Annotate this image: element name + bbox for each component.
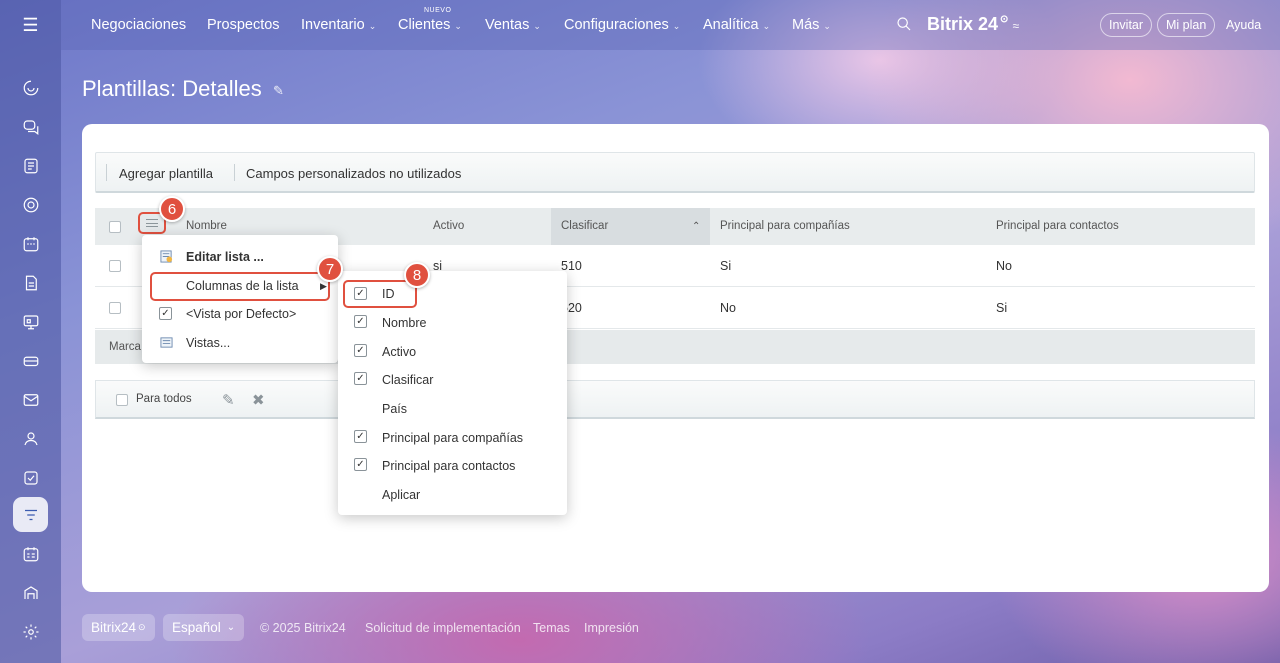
- menu-item-views[interactable]: Vistas...: [142, 329, 338, 357]
- store-icon[interactable]: [13, 575, 48, 610]
- cell-principal-companias: No: [720, 301, 736, 315]
- feed-icon[interactable]: [13, 148, 48, 183]
- help-button[interactable]: Ayuda: [1218, 13, 1269, 37]
- toolbar: Agregar plantilla Campos personalizados …: [95, 152, 1255, 193]
- checkbox-checked-icon[interactable]: ✓: [354, 430, 367, 443]
- footer-implementation-link[interactable]: Solicitud de implementación: [365, 621, 521, 635]
- column-option-principal-contactos[interactable]: ✓ Principal para contactos: [338, 452, 567, 480]
- chevron-down-icon: ⌄: [533, 21, 541, 31]
- chevron-down-icon: ⌄: [454, 21, 462, 31]
- column-activo[interactable]: Activo: [433, 220, 464, 232]
- brand-logo[interactable]: Bitrix 24 ⊙ ≈: [927, 14, 1019, 35]
- column-nombre[interactable]: Nombre: [186, 220, 227, 232]
- nav-analitica[interactable]: Analítica ⌄: [703, 17, 770, 33]
- copilot-icon[interactable]: [13, 70, 48, 105]
- search-icon[interactable]: [896, 16, 912, 37]
- cell-principal-contactos: Si: [996, 301, 1008, 315]
- crm-funnel-icon[interactable]: [13, 497, 48, 532]
- board-icon[interactable]: [13, 304, 48, 339]
- checkbox-checked-icon[interactable]: ✓: [354, 344, 367, 357]
- column-option-clasificar[interactable]: ✓ Clasificar: [338, 366, 567, 394]
- nav-ventas[interactable]: Ventas ⌄: [485, 17, 541, 33]
- column-option-principal-companias[interactable]: ✓ Principal para compañías: [338, 424, 567, 452]
- column-principal-contactos[interactable]: Principal para contactos: [996, 220, 1119, 232]
- checkbox-checked-icon[interactable]: ✓: [354, 315, 367, 328]
- toolbar-divider: [106, 164, 107, 181]
- chevron-down-icon: ⌄: [762, 21, 771, 31]
- apply-button[interactable]: Aplicar: [338, 481, 567, 509]
- action-bar: Para todos ✎ ✖: [95, 380, 1255, 419]
- left-sidebar: ☰: [0, 0, 61, 663]
- contacts-icon[interactable]: [13, 421, 48, 456]
- chevron-down-icon: ⌄: [368, 21, 377, 31]
- for-all-label: Para todos: [136, 393, 192, 405]
- edit-pencil-icon[interactable]: ✎: [222, 391, 235, 409]
- chevron-down-icon: ⌄: [672, 21, 681, 31]
- clock-icon: ⊙: [1000, 14, 1009, 25]
- pin-icon[interactable]: ✎: [273, 83, 284, 99]
- schedule-icon[interactable]: [13, 536, 48, 571]
- grid-footer-label: Marca: [109, 341, 141, 353]
- settings-icon[interactable]: [13, 614, 48, 649]
- edit-list-icon: [160, 250, 173, 263]
- menu-icon[interactable]: ☰: [0, 0, 61, 50]
- step-7-highlight: [150, 272, 330, 301]
- menu-item-edit-list[interactable]: Editar lista ...: [142, 243, 338, 271]
- nav-prospectos[interactable]: Prospectos: [207, 17, 280, 33]
- nav-inventario[interactable]: Inventario ⌄: [301, 17, 376, 33]
- chevron-down-icon: ⌄: [823, 21, 831, 31]
- select-all-checkbox[interactable]: [109, 221, 121, 233]
- cell-principal-companias: Si: [720, 259, 732, 273]
- footer-brand-button[interactable]: Bitrix24 ⊙: [82, 614, 155, 641]
- nav-negociaciones[interactable]: Negociaciones: [91, 17, 186, 33]
- checkbox-checked-icon[interactable]: ✓: [354, 458, 367, 471]
- checkmark-icon: ✓: [159, 307, 172, 320]
- step-8-highlight: [343, 280, 417, 308]
- column-option-activo[interactable]: ✓ Activo: [338, 338, 567, 366]
- toolbar-divider: [234, 164, 235, 181]
- row-checkbox[interactable]: [109, 260, 121, 272]
- new-badge: NUEVO: [424, 7, 452, 14]
- views-icon: [160, 337, 173, 348]
- document-icon[interactable]: [13, 265, 48, 300]
- footer-copyright: © 2025 Bitrix24: [260, 621, 346, 635]
- chevron-down-icon: ⌄: [226, 622, 236, 633]
- cell-principal-contactos: No: [996, 259, 1012, 273]
- footer-print-link[interactable]: Impresión: [584, 621, 639, 635]
- page-title: Plantillas: Detalles: [82, 76, 262, 101]
- target-icon[interactable]: [13, 187, 48, 222]
- row-checkbox[interactable]: [109, 302, 121, 314]
- nav-configuraciones[interactable]: Configuraciones ⌄: [564, 17, 680, 33]
- nav-mas[interactable]: Más ⌄: [792, 17, 831, 33]
- step-7-badge: 7: [317, 256, 343, 282]
- column-option-nombre[interactable]: ✓ Nombre: [338, 309, 567, 337]
- calendar-icon[interactable]: [13, 226, 48, 261]
- column-clasificar[interactable]: Clasificar: [561, 220, 608, 232]
- nav-clientes[interactable]: Clientes ⌄: [398, 17, 462, 33]
- step-6-badge: 6: [159, 196, 185, 222]
- invite-button[interactable]: Invitar: [1100, 13, 1153, 37]
- my-plan-button[interactable]: Mi plan: [1157, 13, 1216, 37]
- checkbox-checked-icon[interactable]: ✓: [354, 372, 367, 385]
- menu-item-default-view[interactable]: ✓ <Vista por Defecto>: [142, 300, 338, 328]
- delete-x-icon[interactable]: ✖: [252, 391, 265, 409]
- drive-icon[interactable]: [13, 343, 48, 378]
- switch-icon: ≈: [1012, 19, 1020, 33]
- add-template-button[interactable]: Agregar plantilla: [119, 166, 213, 181]
- for-all-checkbox[interactable]: [116, 394, 128, 406]
- footer-themes-link[interactable]: Temas: [533, 621, 570, 635]
- column-principal-companias[interactable]: Principal para compañías: [720, 220, 850, 232]
- chat-icon[interactable]: [13, 109, 48, 144]
- language-select[interactable]: Español ⌄: [163, 614, 245, 641]
- column-option-pais[interactable]: País: [338, 395, 567, 423]
- unused-fields-button[interactable]: Campos personalizados no utilizados: [246, 166, 461, 181]
- mail-icon[interactable]: [13, 382, 48, 417]
- step-8-badge: 8: [404, 262, 430, 288]
- clock-icon: ⊙: [138, 622, 146, 632]
- tasks-icon[interactable]: [13, 460, 48, 495]
- menu-lines-icon: [146, 219, 158, 227]
- sort-asc-icon[interactable]: ⌃: [692, 221, 700, 232]
